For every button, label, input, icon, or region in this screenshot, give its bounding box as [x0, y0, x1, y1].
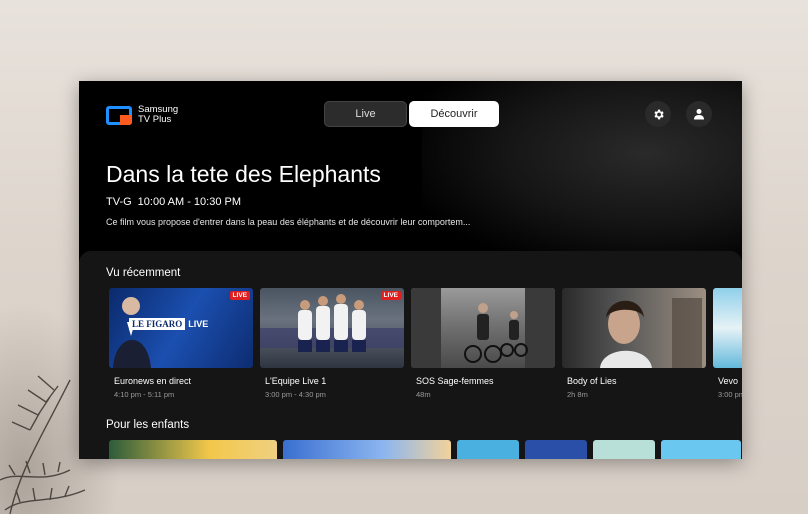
- app-logo: Samsung TV Plus: [106, 105, 178, 125]
- kids-row: [109, 440, 741, 459]
- channel-overlay: LE FIGARO LIVE: [129, 318, 208, 330]
- user-icon: [694, 109, 704, 120]
- card-subtitle: 4:10 pm - 5:11 pm: [114, 390, 175, 399]
- hero-rating: TV-G: [106, 196, 132, 208]
- recent-card[interactable]: LE FIGARO LIVE LIVE Euronews en direct 4…: [109, 288, 253, 399]
- tab-live[interactable]: Live: [324, 101, 407, 127]
- overlay-text: LE FIGARO: [129, 318, 186, 330]
- section-title-recent: Vu récemment: [106, 267, 181, 279]
- main-tabs: Live Découvrir: [324, 101, 499, 127]
- tv-screen: Samsung TV Plus Live Découvrir Dans la t…: [79, 81, 742, 459]
- recent-card[interactable]: LIVE L'Equipe Live 1 3:00 pm - 4:30 pm: [260, 288, 404, 399]
- recent-row: LE FIGARO LIVE LIVE Euronews en direct 4…: [109, 288, 742, 399]
- recent-card[interactable]: Body of Lies 2h 8m: [562, 288, 706, 399]
- profile-button[interactable]: [686, 101, 712, 127]
- card-thumbnail: LIVE: [260, 288, 404, 368]
- card-subtitle: 48m: [416, 390, 431, 399]
- street-scene: [411, 288, 555, 368]
- kids-card[interactable]: [661, 440, 741, 459]
- players-figure: [260, 294, 404, 352]
- portrait-figure: [600, 298, 702, 368]
- recent-card[interactable]: Vevo 3:00 pm: [713, 288, 742, 399]
- kids-card[interactable]: [283, 440, 451, 459]
- kids-card[interactable]: [457, 440, 519, 459]
- card-thumbnail: [562, 288, 706, 368]
- card-subtitle: 2h 8m: [567, 390, 588, 399]
- overlay-live-text: LIVE: [188, 319, 209, 329]
- kids-card[interactable]: [593, 440, 655, 459]
- settings-button[interactable]: [645, 101, 671, 127]
- brand-line-2: TV Plus: [138, 114, 172, 125]
- live-badge: LIVE: [229, 291, 250, 300]
- card-title: SOS Sage-femmes: [416, 376, 494, 386]
- content-panel: Vu récemment LE FIGARO LIVE LIVE Euronew…: [79, 251, 742, 459]
- kids-card[interactable]: [525, 440, 587, 459]
- kids-card[interactable]: [109, 440, 277, 459]
- gear-icon: [653, 109, 664, 119]
- card-title: Vevo: [718, 376, 739, 386]
- recent-card[interactable]: SOS Sage-femmes 48m: [411, 288, 555, 399]
- hero-title: Dans la tete des Elephants: [106, 161, 381, 187]
- card-title: Euronews en direct: [114, 376, 192, 386]
- tab-discover[interactable]: Découvrir: [409, 101, 499, 127]
- card-title: Body of Lies: [567, 376, 617, 386]
- logo-icon: [106, 105, 132, 125]
- logo-text: Samsung TV Plus: [138, 105, 178, 125]
- live-badge: LIVE: [380, 291, 401, 300]
- card-thumbnail: [411, 288, 555, 368]
- card-title: L'Equipe Live 1: [265, 376, 327, 386]
- hero-description: Ce film vous propose d'entrer dans la pe…: [106, 217, 471, 227]
- hero-time: 10:00 AM - 10:30 PM: [137, 196, 242, 208]
- section-title-kids: Pour les enfants: [106, 419, 190, 431]
- plant-decoration: [0, 375, 86, 514]
- card-thumbnail: LE FIGARO LIVE LIVE: [109, 288, 253, 368]
- card-thumbnail: [713, 288, 742, 368]
- card-subtitle: 3:00 pm - 4:30 pm: [265, 390, 326, 399]
- card-subtitle: 3:00 pm: [718, 390, 742, 399]
- hero-meta: TV-G 10:00 AM - 10:30 PM: [106, 196, 241, 208]
